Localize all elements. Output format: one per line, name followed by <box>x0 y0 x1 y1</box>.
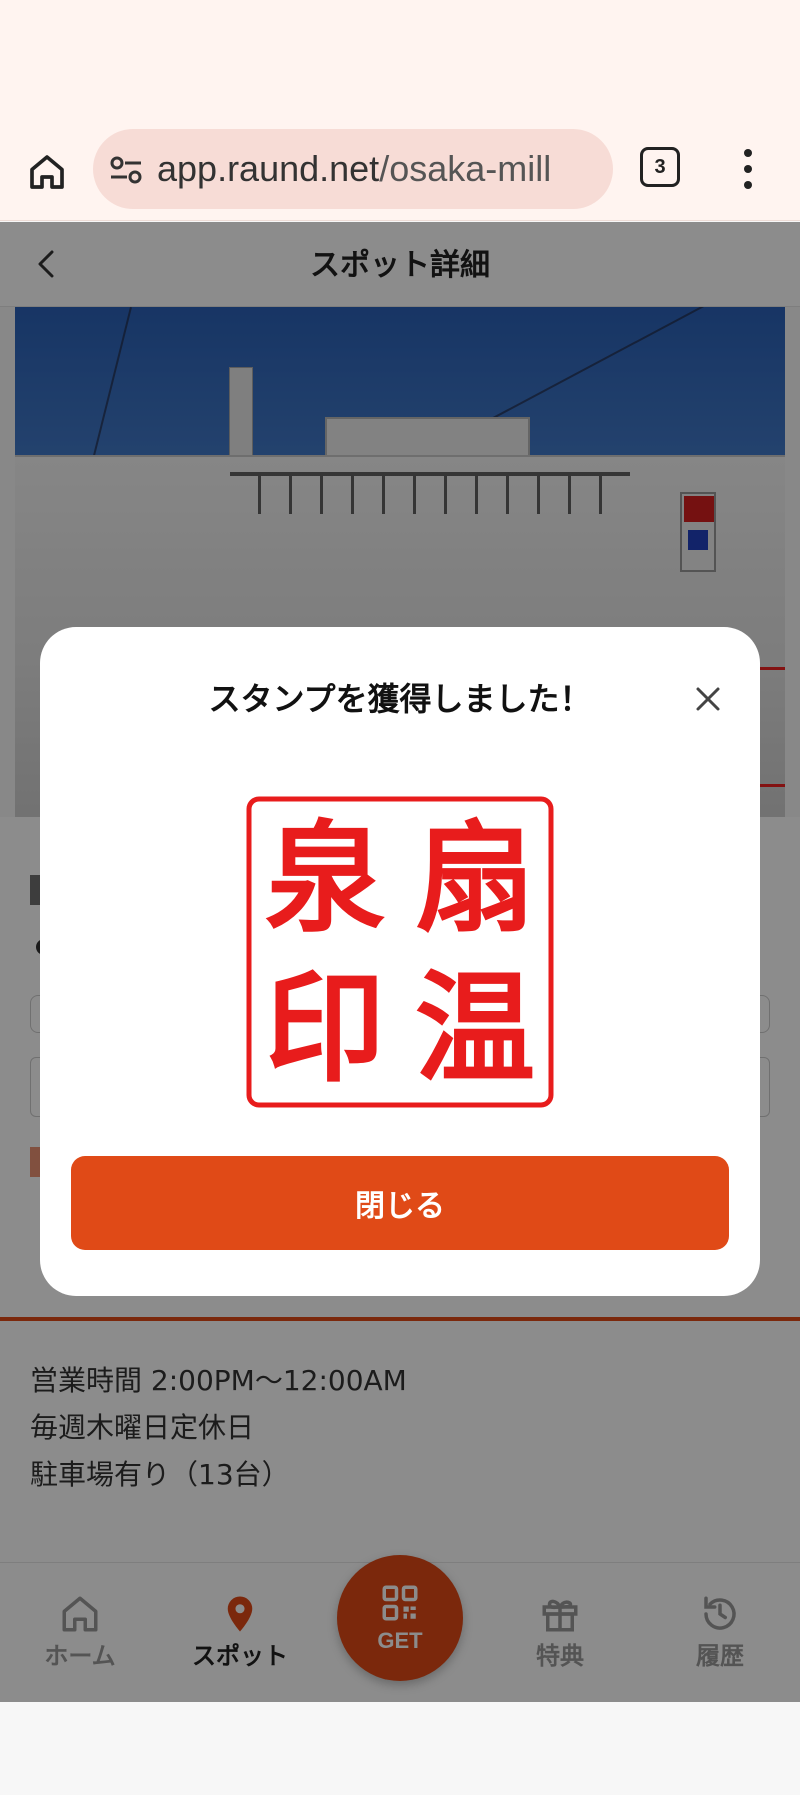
svg-text:扇: 扇 <box>415 808 535 949</box>
more-vert-icon[interactable] <box>736 149 760 189</box>
tab-count: 3 <box>654 155 666 178</box>
close-button[interactable]: 閉じる <box>71 1156 729 1250</box>
address-bar[interactable]: app.raund.net/osaka-mill <box>93 129 613 209</box>
home-icon <box>30 155 64 189</box>
dialog-close-button[interactable] <box>688 679 728 719</box>
dialog-title: スタンプを獲得しました！ <box>208 680 592 718</box>
browser-toolbar: app.raund.net/osaka-mill 3 <box>0 125 800 221</box>
browser-home-button[interactable] <box>22 147 72 197</box>
tune-icon[interactable] <box>109 155 143 185</box>
url-path: /osaka-mill <box>379 148 552 189</box>
svg-text:温: 温 <box>415 958 535 1099</box>
url-domain: app.raund.net <box>157 148 380 189</box>
close-icon <box>696 687 720 711</box>
svg-text:印: 印 <box>265 958 385 1099</box>
svg-text:泉: 泉 <box>265 808 385 949</box>
system-nav-area <box>0 1702 800 1795</box>
stamp-acquired-dialog: スタンプを獲得しました！ 扇 温 泉 印 閉じる <box>40 627 760 1296</box>
url-text: app.raund.net/osaka-mill <box>157 147 551 191</box>
tab-switcher-button[interactable]: 3 <box>640 147 680 187</box>
stamp-seal-image: 扇 温 泉 印 <box>246 796 554 1108</box>
status-bar-area <box>0 0 800 125</box>
